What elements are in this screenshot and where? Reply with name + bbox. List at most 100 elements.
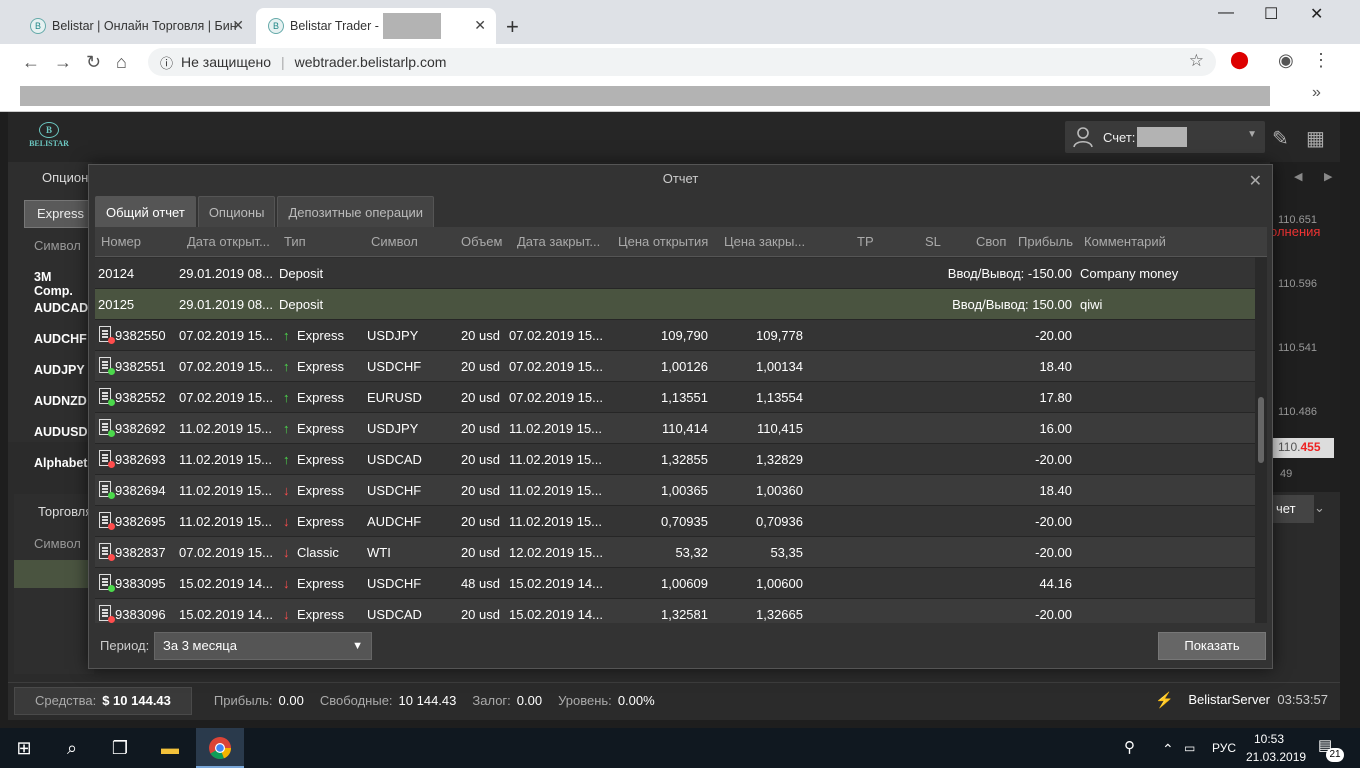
column-header[interactable]: Тип bbox=[284, 234, 306, 249]
price-tick: 49 bbox=[1280, 468, 1293, 480]
column-header[interactable]: Своп bbox=[976, 234, 1006, 249]
margin-value: 0.00 bbox=[516, 693, 543, 708]
browser-tab-belistar-trader[interactable]: B Belistar Trader - ✕ bbox=[256, 8, 496, 44]
win-badge-icon bbox=[108, 585, 115, 592]
edit-chart-icon[interactable]: ✎ bbox=[1272, 126, 1289, 151]
chevron-up-icon[interactable]: ⌃ bbox=[1162, 741, 1174, 758]
trade-details-icon[interactable] bbox=[99, 326, 115, 344]
trade-details-icon[interactable] bbox=[99, 543, 115, 561]
column-header[interactable]: Дата открыт... bbox=[187, 234, 270, 249]
report-table: Номер Дата открыт... Тип Символ Объем Да… bbox=[95, 227, 1267, 623]
cell-close: 07.02.2019 15... bbox=[509, 328, 603, 343]
grid-layout-icon[interactable]: ▦ bbox=[1306, 126, 1325, 151]
table-row[interactable]: 9382692 11.02.2019 15... ↑ Express USDJPY 20 … bbox=[95, 413, 1255, 444]
windows-start-icon[interactable]: ⊞ bbox=[12, 736, 36, 760]
funds-label: Средства: bbox=[35, 693, 97, 708]
trade-details-icon[interactable] bbox=[99, 481, 115, 499]
info-icon[interactable]: ⓘ bbox=[160, 53, 173, 72]
table-row[interactable]: 9383096 15.02.2019 14... ↓ Express USDCAD 20 … bbox=[95, 599, 1255, 623]
omnibox[interactable]: ⓘ Не защищено | webtrader.belistarlp.com… bbox=[148, 48, 1216, 76]
trade-details-icon[interactable] bbox=[99, 419, 115, 437]
cell-vol: 20 usd bbox=[460, 359, 500, 374]
column-header[interactable]: Символ bbox=[371, 234, 418, 249]
table-row[interactable]: 20125 29.01.2019 08... Deposit Ввод/Вывод: … bbox=[95, 289, 1255, 320]
table-row[interactable]: 9382695 11.02.2019 15... ↓ Express AUDCHF 20 … bbox=[95, 506, 1255, 537]
table-row[interactable]: 9382550 07.02.2019 15... ↑ Express USDJPY 20 … bbox=[95, 320, 1255, 351]
menu-icon[interactable]: ⋮ bbox=[1312, 50, 1330, 71]
browser-tab-belistar-site[interactable]: B Belistar | Онлайн Торговля | Бин ✕ bbox=[18, 8, 254, 44]
tab-general-report[interactable]: Общий отчет bbox=[95, 196, 196, 227]
close-icon[interactable]: ✕ bbox=[1249, 171, 1262, 191]
chevron-right-icon[interactable]: ▶ bbox=[1324, 170, 1332, 183]
trade-details-icon[interactable] bbox=[99, 388, 115, 406]
symbol-item[interactable]: AUDNZD bbox=[34, 394, 87, 408]
trade-details-icon[interactable] bbox=[99, 512, 115, 530]
symbol-item[interactable]: AUDCAD bbox=[34, 301, 88, 315]
symbol-item[interactable]: AUDJPY bbox=[34, 363, 85, 377]
column-header[interactable]: TP bbox=[857, 234, 874, 249]
symbol-item[interactable]: AUDCHF bbox=[34, 332, 87, 346]
show-button[interactable]: Показать bbox=[1158, 632, 1266, 660]
back-icon[interactable]: ← bbox=[22, 52, 40, 73]
column-header[interactable]: Цена закры... bbox=[724, 234, 805, 249]
trade-details-icon[interactable] bbox=[99, 450, 115, 468]
tab-deposit-operations[interactable]: Депозитные операции bbox=[277, 196, 435, 227]
column-header[interactable]: Дата закрыт... bbox=[517, 234, 600, 249]
column-header[interactable]: Объем bbox=[461, 234, 502, 249]
clock-date[interactable]: 21.03.2019 bbox=[1246, 750, 1306, 764]
table-row[interactable]: 9382552 07.02.2019 15... ↑ Express EURUSD 20 … bbox=[95, 382, 1255, 413]
new-tab-icon[interactable]: + bbox=[506, 14, 519, 40]
symbol-item[interactable]: 3M Comp. bbox=[34, 270, 92, 298]
table-row[interactable]: 9383095 15.02.2019 14... ↓ Express USDCHF 48 … bbox=[95, 568, 1255, 599]
search-icon[interactable]: ⌕ bbox=[60, 736, 84, 760]
express-tab[interactable]: Express bbox=[24, 200, 92, 228]
report-button[interactable]: чет bbox=[1270, 495, 1314, 523]
table-row[interactable]: 9382694 11.02.2019 15... ↓ Express USDCHF 20 … bbox=[95, 475, 1255, 506]
tab-options[interactable]: Опционы bbox=[197, 196, 276, 227]
url-text[interactable]: webtrader.belistarlp.com bbox=[295, 54, 447, 70]
network-icon[interactable]: ▭ bbox=[1184, 741, 1195, 755]
column-header[interactable]: Прибыль bbox=[1018, 234, 1073, 249]
clock-time[interactable]: 10:53 bbox=[1254, 732, 1284, 746]
belistar-logo[interactable]: B BELISTAR bbox=[24, 122, 74, 152]
bookmark-star-icon[interactable]: ☆ bbox=[1189, 51, 1204, 71]
reload-icon[interactable]: ↻ bbox=[86, 52, 101, 73]
scrollbar-thumb[interactable] bbox=[1258, 397, 1264, 463]
close-tab-icon[interactable]: ✕ bbox=[474, 17, 486, 34]
trade-details-icon[interactable] bbox=[99, 357, 115, 375]
profile-icon[interactable]: ◉ bbox=[1278, 50, 1294, 71]
maximize-icon[interactable]: ☐ bbox=[1264, 4, 1278, 24]
opera-extension-icon[interactable]: ⬤ bbox=[1230, 50, 1249, 70]
column-header[interactable]: Комментарий bbox=[1084, 234, 1166, 249]
account-selector[interactable]: Счет: ▼ bbox=[1065, 121, 1265, 153]
cell-open: 11.02.2019 15... bbox=[179, 514, 273, 529]
table-row[interactable]: 20124 29.01.2019 08... Deposit Ввод/Вывод: … bbox=[95, 258, 1255, 289]
period-select[interactable]: За 3 месяца ▼ bbox=[154, 632, 372, 660]
language-indicator[interactable]: РУС bbox=[1212, 741, 1236, 755]
table-row[interactable]: 9382693 11.02.2019 15... ↑ Express USDCAD 20 … bbox=[95, 444, 1255, 475]
chrome-taskbar-item[interactable] bbox=[196, 728, 244, 768]
symbol-item[interactable]: AUDUSD bbox=[34, 425, 87, 439]
column-header[interactable]: Номер bbox=[101, 234, 141, 249]
file-explorer-icon[interactable]: ▬ bbox=[158, 736, 182, 760]
execution-label: олнения bbox=[1270, 224, 1321, 239]
task-view-icon[interactable]: ❐ bbox=[108, 736, 132, 760]
column-header[interactable]: Цена открытия bbox=[618, 234, 708, 249]
more-bookmarks-icon[interactable]: » bbox=[1312, 84, 1321, 102]
forward-icon[interactable]: → bbox=[54, 52, 72, 73]
chevron-left-icon[interactable]: ◀ bbox=[1294, 170, 1302, 183]
table-row[interactable]: 9382551 07.02.2019 15... ↑ Express USDCHF 20 … bbox=[95, 351, 1255, 382]
close-tab-icon[interactable]: ✕ bbox=[232, 17, 244, 34]
trade-details-icon[interactable] bbox=[99, 605, 115, 623]
trade-details-icon[interactable] bbox=[99, 574, 115, 592]
column-header[interactable]: SL bbox=[925, 234, 941, 249]
home-icon[interactable]: ⌂ bbox=[116, 52, 127, 73]
people-icon[interactable]: ⚲ bbox=[1124, 738, 1135, 756]
table-row[interactable]: 9382837 07.02.2019 15... ↓ Classic WTI 20 usd… bbox=[95, 537, 1255, 568]
symbol-item[interactable]: Alphabet . bbox=[34, 456, 94, 470]
close-window-icon[interactable]: ✕ bbox=[1310, 4, 1323, 24]
minimize-icon[interactable]: — bbox=[1218, 4, 1234, 22]
scrollbar[interactable] bbox=[1255, 257, 1267, 623]
cell-profit: Ввод/Вывод: -150.00 bbox=[947, 266, 1072, 281]
chevron-down-icon[interactable]: ⌄ bbox=[1314, 500, 1325, 516]
